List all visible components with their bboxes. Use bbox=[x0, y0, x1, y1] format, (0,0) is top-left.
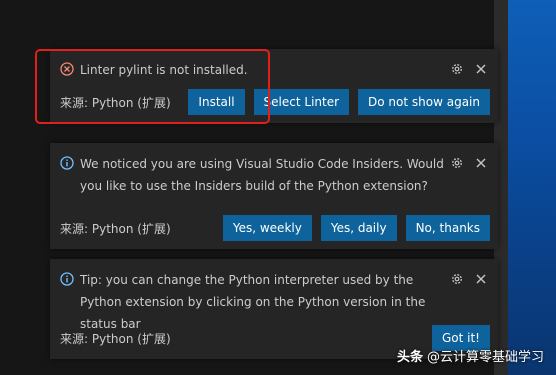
close-icon[interactable] bbox=[474, 272, 488, 286]
notification-buttons: Yes, weekly Yes, daily No, thanks bbox=[222, 215, 490, 241]
annotation-highlight-box bbox=[35, 49, 270, 124]
notification-controls bbox=[450, 156, 488, 170]
notification-footer: 来源: Python (扩展) Yes, weekly Yes, daily N… bbox=[60, 215, 490, 241]
notification-source: 来源: Python (扩展) bbox=[60, 331, 171, 346]
notification-interpreter-tip: Tip: you can change the Python interpret… bbox=[50, 259, 498, 359]
gear-icon[interactable] bbox=[450, 156, 464, 170]
no-thanks-button[interactable]: No, thanks bbox=[405, 215, 490, 241]
watermark-handle: @云计算零基础学习 bbox=[426, 350, 544, 365]
notification-message: We noticed you are using Visual Studio C… bbox=[80, 157, 444, 193]
notification-controls bbox=[450, 272, 488, 286]
notification-header: We noticed you are using Visual Studio C… bbox=[60, 156, 448, 197]
notification-source: 来源: Python (扩展) bbox=[60, 221, 171, 236]
yes-weekly-button[interactable]: Yes, weekly bbox=[222, 215, 312, 241]
info-circle-icon bbox=[60, 272, 74, 286]
gear-icon[interactable] bbox=[450, 62, 464, 76]
gear-icon[interactable] bbox=[450, 272, 464, 286]
close-icon[interactable] bbox=[474, 62, 488, 76]
notification-insiders: We noticed you are using Visual Studio C… bbox=[50, 143, 498, 249]
screenshot-stage: Linter pylint is not installed. 来源: Pyth… bbox=[0, 0, 556, 375]
do-not-show-again-button[interactable]: Do not show again bbox=[358, 89, 490, 115]
yes-daily-button[interactable]: Yes, daily bbox=[320, 215, 397, 241]
notification-controls bbox=[450, 62, 488, 76]
desktop-background bbox=[508, 0, 556, 375]
watermark-brand: 头条 bbox=[396, 350, 423, 365]
info-circle-icon bbox=[60, 156, 74, 170]
watermark: 头条 @云计算零基础学习 bbox=[397, 346, 544, 365]
close-icon[interactable] bbox=[474, 156, 488, 170]
